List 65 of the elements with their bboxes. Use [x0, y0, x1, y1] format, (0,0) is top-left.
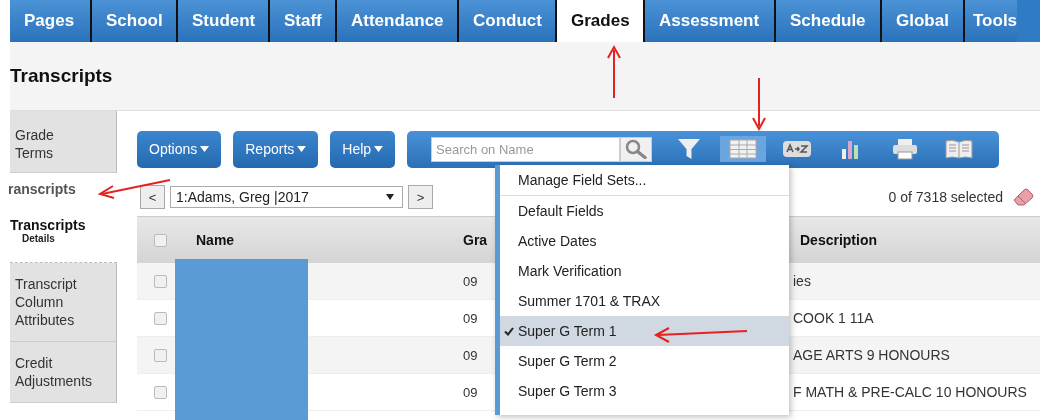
table-cell-text: COOK 1 11A — [792, 310, 875, 326]
previous-button[interactable]: < — [140, 185, 165, 209]
field-set-button[interactable] — [720, 136, 767, 162]
side-tab[interactable]: Transcript Column Attributes — [10, 263, 117, 342]
eraser-icon[interactable] — [1012, 188, 1034, 206]
nav-tab[interactable]: Attendance — [337, 0, 459, 42]
menu-item[interactable]: Summer 1701 & TRAX — [500, 286, 789, 316]
menu-button[interactable]: Reports — [233, 130, 319, 168]
search-field[interactable]: Search on Name — [431, 136, 621, 162]
menu-item[interactable]: Manage Field Sets... — [500, 165, 789, 196]
table-cell-text: AGE ARTS 9 HONOURS — [792, 347, 951, 363]
checkbox[interactable] — [153, 311, 167, 325]
caret-icon — [297, 146, 307, 152]
nav-tab[interactable]: School — [92, 0, 178, 42]
menu-item[interactable]: Active Dates — [500, 226, 789, 256]
menu-item[interactable]: Default Fields — [500, 196, 789, 226]
nav-tab[interactable]: Pages — [10, 0, 92, 42]
table-cell-text: ies — [792, 273, 812, 289]
annotation-arrow — [607, 44, 621, 99]
checkbox[interactable] — [153, 274, 167, 288]
side-heading[interactable]: Transcripts — [10, 217, 117, 233]
nav-tab[interactable]: Conduct — [459, 0, 557, 42]
side-tab[interactable]: Credit Adjustments — [10, 342, 117, 403]
annotation-arrow — [752, 77, 766, 132]
checkbox[interactable] — [153, 233, 167, 247]
search-button[interactable] — [620, 136, 653, 162]
filter-icon — [677, 138, 702, 160]
caret-icon — [200, 146, 210, 152]
book-icon — [945, 139, 974, 159]
table-cell-text: 09 — [463, 347, 479, 363]
record-select[interactable]: 1:Adams, Greg |2017 — [170, 186, 403, 208]
printer-icon — [892, 138, 919, 160]
table-cell-text: 09 — [463, 273, 479, 289]
nav-tab[interactable]: Grades — [557, 0, 645, 42]
sort-icon — [782, 139, 813, 159]
menu-button[interactable]: Help — [330, 130, 396, 168]
column-header[interactable]: Description — [790, 232, 1040, 248]
nav-tab[interactable]: Global — [882, 0, 965, 42]
nav-tab[interactable]: Student — [178, 0, 270, 42]
checkbox[interactable] — [153, 385, 167, 399]
side-subheading[interactable]: Details — [22, 233, 117, 244]
side-tab[interactable]: Grade Terms — [10, 111, 117, 173]
nav-tab[interactable]: Assessment — [645, 0, 776, 42]
column-header[interactable]: Gra — [463, 232, 495, 248]
nav-tab[interactable]: Staff — [270, 0, 337, 42]
column-header[interactable]: Name — [183, 232, 463, 248]
menu-item[interactable]: Super G Term 2 — [500, 346, 789, 376]
selection-count: 0 of 7318 selected — [888, 189, 1003, 205]
nav-tab[interactable]: Schedule — [776, 0, 882, 42]
table-cell-text: F MATH & PRE-CALC 10 HONOURS — [792, 384, 1028, 400]
table-cell-text: 09 — [463, 310, 479, 326]
caret-icon — [374, 146, 384, 152]
nav-tab[interactable]: Tools — [965, 0, 1018, 42]
menu-button[interactable]: Options — [137, 130, 222, 168]
menu-item[interactable]: Super G Term 1 — [500, 316, 789, 346]
table-cell-text: 09 — [463, 384, 479, 400]
caret-icon — [386, 194, 394, 200]
menu-item[interactable]: Super G Term 3 — [500, 376, 789, 406]
search-icon — [625, 139, 648, 159]
table-icon — [729, 139, 758, 159]
checkbox[interactable] — [153, 348, 167, 362]
side-link[interactable]: ranscripts — [8, 173, 117, 209]
menu-item[interactable]: Mark Verification — [500, 256, 789, 286]
next-button[interactable]: > — [408, 185, 433, 209]
page-title: Transcripts — [10, 65, 113, 87]
